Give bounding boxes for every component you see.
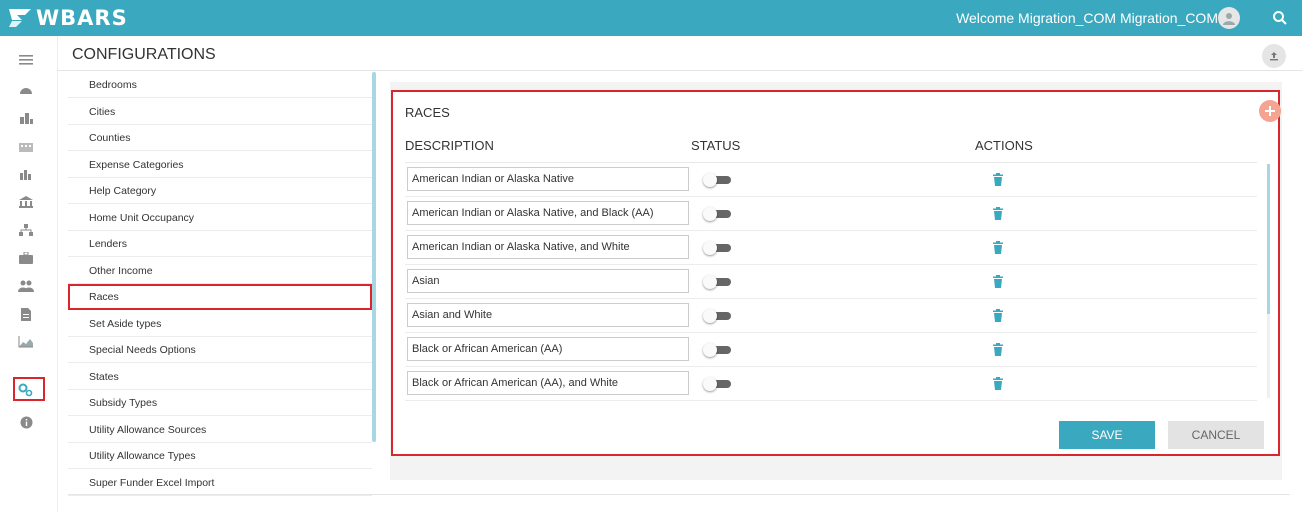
panel-title: RACES <box>405 105 450 120</box>
org-icon[interactable] <box>15 222 37 238</box>
page-header: CONFIGURATIONS <box>57 36 1302 71</box>
table-row: Asian and White <box>405 299 1257 333</box>
races-table: American Indian or Alaska Native America… <box>405 162 1257 403</box>
status-toggle[interactable] <box>703 173 731 187</box>
sidebar-item-bedrooms[interactable]: Bedrooms <box>68 72 372 98</box>
description-input[interactable]: American Indian or Alaska Native, and Wh… <box>407 235 689 259</box>
table-row: Black or African American (AA) <box>405 333 1257 367</box>
user-icon <box>1223 13 1235 25</box>
bank-icon[interactable] <box>15 194 37 210</box>
table-row: Asian <box>405 265 1257 299</box>
status-toggle[interactable] <box>703 309 731 323</box>
status-toggle[interactable] <box>703 241 731 255</box>
sidebar-item-special-needs-options[interactable]: Special Needs Options <box>68 337 372 363</box>
config-sidebar: Bedrooms Cities Counties Expense Categor… <box>68 72 372 496</box>
sidebar-item-races[interactable]: Races <box>68 284 372 310</box>
status-toggle[interactable] <box>703 275 731 289</box>
table-scrollbar-thumb[interactable] <box>1267 164 1270 314</box>
table-row: American Indian or Alaska Native <box>405 163 1257 197</box>
sidebar-item-lenders[interactable]: Lenders <box>68 231 372 257</box>
search-icon[interactable] <box>1271 9 1289 27</box>
cancel-button[interactable]: CANCEL <box>1168 421 1264 449</box>
description-input[interactable]: American Indian or Alaska Native <box>407 167 689 191</box>
status-toggle[interactable] <box>703 207 731 221</box>
delete-icon[interactable] <box>992 343 1004 356</box>
sidebar-item-subsidy-types[interactable]: Subsidy Types <box>68 390 372 416</box>
logo-icon <box>9 9 31 27</box>
sidebar-item-utility-allowance-sources[interactable]: Utility Allowance Sources <box>68 417 372 443</box>
column-header-actions: ACTIONS <box>975 138 1033 153</box>
buildings-icon[interactable] <box>15 110 37 126</box>
status-toggle[interactable] <box>703 377 731 391</box>
delete-icon[interactable] <box>992 309 1004 322</box>
sidebar-item-expense-categories[interactable]: Expense Categories <box>68 152 372 178</box>
logo[interactable]: WBARS <box>8 6 128 30</box>
description-input[interactable]: Asian <box>407 269 689 293</box>
user-avatar[interactable] <box>1218 7 1240 29</box>
delete-icon[interactable] <box>992 377 1004 390</box>
sidebar-item-super-funder-excel-import[interactable]: Super Funder Excel Import <box>68 470 372 496</box>
description-input[interactable]: Black or African American (AA), and Whit… <box>407 371 689 395</box>
delete-icon[interactable] <box>992 173 1004 186</box>
table-row: American Indian or Alaska Native, and Bl… <box>405 197 1257 231</box>
top-bar: WBARS Welcome Migration_COM Migration_CO… <box>0 0 1302 36</box>
city-icon[interactable] <box>15 138 37 154</box>
sidebar-scrollbar[interactable] <box>372 72 376 442</box>
left-nav <box>0 36 58 512</box>
add-race-button[interactable] <box>1259 100 1281 122</box>
delete-icon[interactable] <box>992 275 1004 288</box>
plus-icon <box>1265 106 1275 116</box>
sidebar-item-counties[interactable]: Counties <box>68 125 372 151</box>
upload-icon <box>1270 52 1278 61</box>
table-scrollbar[interactable] <box>1267 164 1270 398</box>
document-icon[interactable] <box>15 306 37 322</box>
settings-nav-highlight <box>13 377 45 401</box>
divider <box>68 494 1290 495</box>
sidebar-item-states[interactable]: States <box>68 364 372 390</box>
sidebar-item-set-aside-types[interactable]: Set Aside types <box>68 311 372 337</box>
status-toggle[interactable] <box>703 343 731 357</box>
delete-icon[interactable] <box>992 207 1004 220</box>
chart-bars-icon[interactable] <box>15 166 37 182</box>
races-panel: RACES DESCRIPTION STATUS ACTIONS America… <box>391 90 1281 456</box>
delete-icon[interactable] <box>992 241 1004 254</box>
description-input[interactable]: Asian and White <box>407 303 689 327</box>
sidebar-item-home-unit-occupancy[interactable]: Home Unit Occupancy <box>68 205 372 231</box>
table-row: Black or African American (AA), and Whit… <box>405 367 1257 401</box>
description-input[interactable]: Black or African American (AA) <box>407 337 689 361</box>
upload-button[interactable] <box>1262 44 1286 68</box>
sidebar-item-cities[interactable]: Cities <box>68 99 372 125</box>
briefcase-icon[interactable] <box>15 250 37 266</box>
save-button[interactable]: SAVE <box>1059 421 1155 449</box>
users-icon[interactable] <box>15 278 37 294</box>
area-chart-icon[interactable] <box>15 334 37 350</box>
sidebar-item-utility-allowance-types[interactable]: Utility Allowance Types <box>68 443 372 469</box>
column-header-description: DESCRIPTION <box>405 138 494 153</box>
page-title: CONFIGURATIONS <box>72 46 216 63</box>
info-icon[interactable] <box>15 414 37 430</box>
welcome-text: Welcome Migration_COM Migration_COM <box>956 10 1218 26</box>
sidebar-item-help-category[interactable]: Help Category <box>68 178 372 204</box>
column-header-status: STATUS <box>691 138 741 153</box>
menu-icon[interactable] <box>15 52 37 68</box>
logo-text: WBARS <box>36 6 128 30</box>
sidebar-item-other-income[interactable]: Other Income <box>68 258 372 284</box>
table-row: American Indian or Alaska Native, and Wh… <box>405 231 1257 265</box>
description-input[interactable]: American Indian or Alaska Native, and Bl… <box>407 201 689 225</box>
dashboard-icon[interactable] <box>15 82 37 98</box>
